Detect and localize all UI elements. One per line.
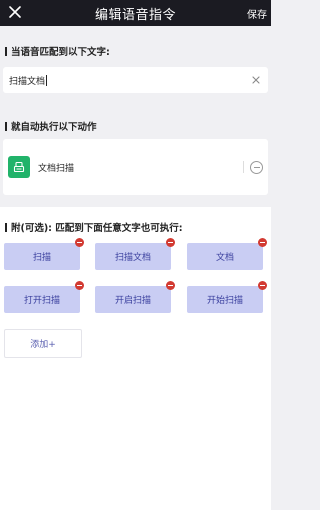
- phrase-chip[interactable]: 开始扫描: [187, 281, 267, 313]
- save-button[interactable]: 保存: [247, 6, 267, 21]
- action-item[interactable]: 文档扫描: [3, 139, 268, 195]
- section-marker: [5, 222, 7, 232]
- section-action-title: 就自动执行以下动作: [0, 119, 97, 133]
- phrase-chip[interactable]: 扫描文档: [95, 238, 175, 270]
- remove-action-icon[interactable]: [250, 160, 263, 174]
- phrase-chip[interactable]: 文档: [187, 238, 267, 270]
- add-phrase-button[interactable]: 添加+: [4, 329, 82, 358]
- phrase-chip[interactable]: 打开扫描: [4, 281, 84, 313]
- phrase-chip-label: 扫描: [32, 253, 51, 263]
- section-trigger-title: 当语音匹配到以下文字:: [0, 44, 110, 58]
- phrase-chip-label: 开启扫描: [114, 296, 151, 306]
- document-scan-icon: [8, 156, 30, 178]
- phrase-chip-label: 扫描文档: [114, 253, 151, 263]
- remove-phrase-icon[interactable]: [166, 281, 175, 290]
- section-marker: [5, 46, 7, 56]
- close-icon[interactable]: [6, 3, 24, 21]
- phrase-chip[interactable]: 开启扫描: [95, 281, 175, 313]
- section-optional-label: 附(可选): 匹配到下面任意文字也可执行:: [11, 223, 183, 234]
- section-action-label: 就自动执行以下动作: [11, 122, 97, 133]
- section-marker: [5, 121, 7, 131]
- remove-phrase-icon[interactable]: [166, 238, 175, 247]
- section-trigger-label: 当语音匹配到以下文字:: [11, 47, 110, 58]
- clear-input-icon[interactable]: [250, 74, 262, 86]
- phrase-chip-label: 文档: [215, 253, 234, 263]
- page-title: 编辑语音指令: [94, 7, 176, 23]
- remove-phrase-icon[interactable]: [258, 281, 267, 290]
- top-nav-bar: 编辑语音指令 保存: [0, 0, 271, 26]
- section-optional-title: 附(可选): 匹配到下面任意文字也可执行:: [0, 220, 183, 234]
- optional-phrases-panel: 扫描 扫描文档 文档 打开扫描 开启扫描 开始扫描 添加+: [0, 207, 271, 510]
- text-caret: [46, 74, 48, 86]
- remove-phrase-icon[interactable]: [75, 238, 84, 247]
- voice-phrase-field[interactable]: 扫描文档: [3, 67, 268, 93]
- remove-phrase-icon[interactable]: [75, 281, 84, 290]
- phrase-chip[interactable]: 扫描: [4, 238, 84, 270]
- divider: [243, 161, 244, 173]
- action-label: 文档扫描: [38, 163, 75, 174]
- phrase-chip-label: 打开扫描: [23, 296, 60, 306]
- voice-phrase-value: 扫描文档: [9, 76, 46, 87]
- phrase-chip-label: 开始扫描: [206, 296, 243, 306]
- remove-phrase-icon[interactable]: [258, 238, 267, 247]
